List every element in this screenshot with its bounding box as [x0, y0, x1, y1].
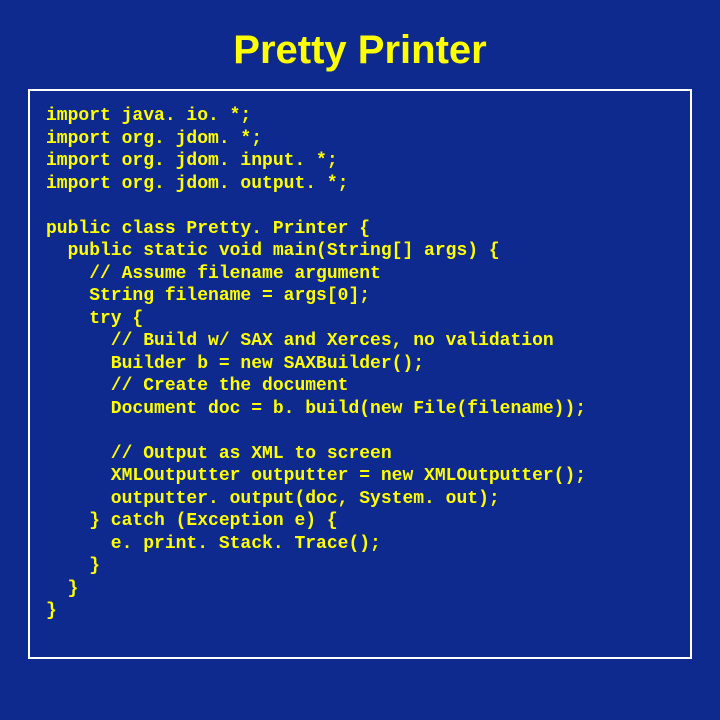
slide-title: Pretty Printer — [28, 0, 692, 89]
slide: Pretty Printer import java. io. *; impor… — [0, 0, 720, 720]
code-block: import java. io. *; import org. jdom. *;… — [28, 89, 692, 659]
